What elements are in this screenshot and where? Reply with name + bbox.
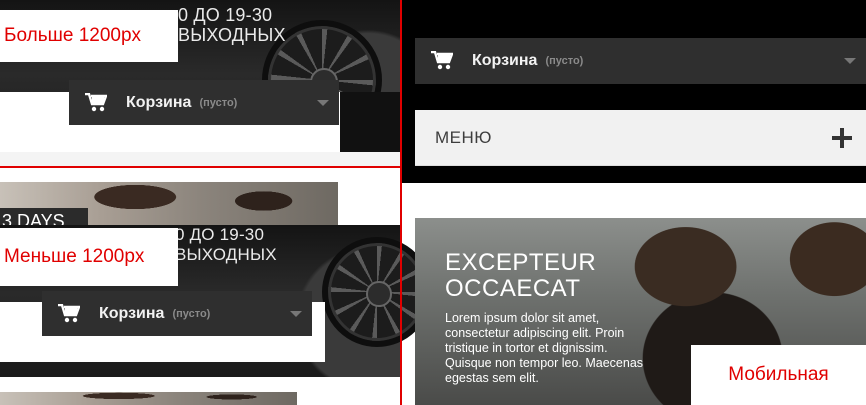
promo-line-2: ВЫХОДНЫХ [178,25,286,45]
cart-status: (пусто) [199,96,238,109]
banner-people-bottom [0,392,297,405]
cart-icon [85,92,107,113]
breakpoint-label-mobile: Мобильная [691,345,866,405]
cart-icon [58,303,80,324]
hero-title-line-2: OCCAECAT [445,275,581,302]
breakpoint-label-large: Больше 1200px [0,10,178,62]
breakpoint-label-small: Меньше 1200px [0,228,178,286]
promo-line-2: ВЫХОДНЫХ [175,245,277,264]
promo-text-small: 0 ДО 19-30 ВЫХОДНЫХ [175,225,277,265]
promo-text-large: 0 ДО 19-30 ВЫХОДНЫХ [178,5,286,45]
menu-label: МЕНЮ [435,127,492,147]
cart-widget-mobile[interactable]: Корзина (пусто) [415,38,866,84]
caret-down-icon[interactable] [844,58,856,64]
caret-down-icon[interactable] [290,310,302,317]
cart-widget-large[interactable]: Корзина (пусто) [69,80,339,125]
cart-label: Корзина [126,93,192,111]
cart-status: (пусто) [545,55,584,67]
cart-widget-small[interactable]: Корзина (пусто) [42,291,312,336]
cart-icon [431,51,453,71]
plus-icon[interactable] [832,127,852,148]
cart-label: Корзина [99,304,165,322]
hero-body-text: Lorem ipsum dolor sit amet, consectetur … [445,311,644,385]
dark-strip-large [340,92,400,152]
content-strip-bottom-large [0,152,400,166]
promo-line-1: 0 ДО 19-30 [178,5,273,25]
cart-label: Корзина [472,52,538,69]
hero-title-line-1: EXCEPTEUR [445,249,597,276]
mobile-menu-toggle[interactable]: МЕНЮ [415,110,866,166]
divider-horizontal [0,166,401,168]
caret-down-icon[interactable] [317,99,329,106]
mobile-gap [402,183,866,218]
hero-title: EXCEPTEUR OCCAECAT [445,250,596,302]
promo-line-1: 0 ДО 19-30 [175,225,265,244]
cart-status: (пусто) [172,307,211,320]
